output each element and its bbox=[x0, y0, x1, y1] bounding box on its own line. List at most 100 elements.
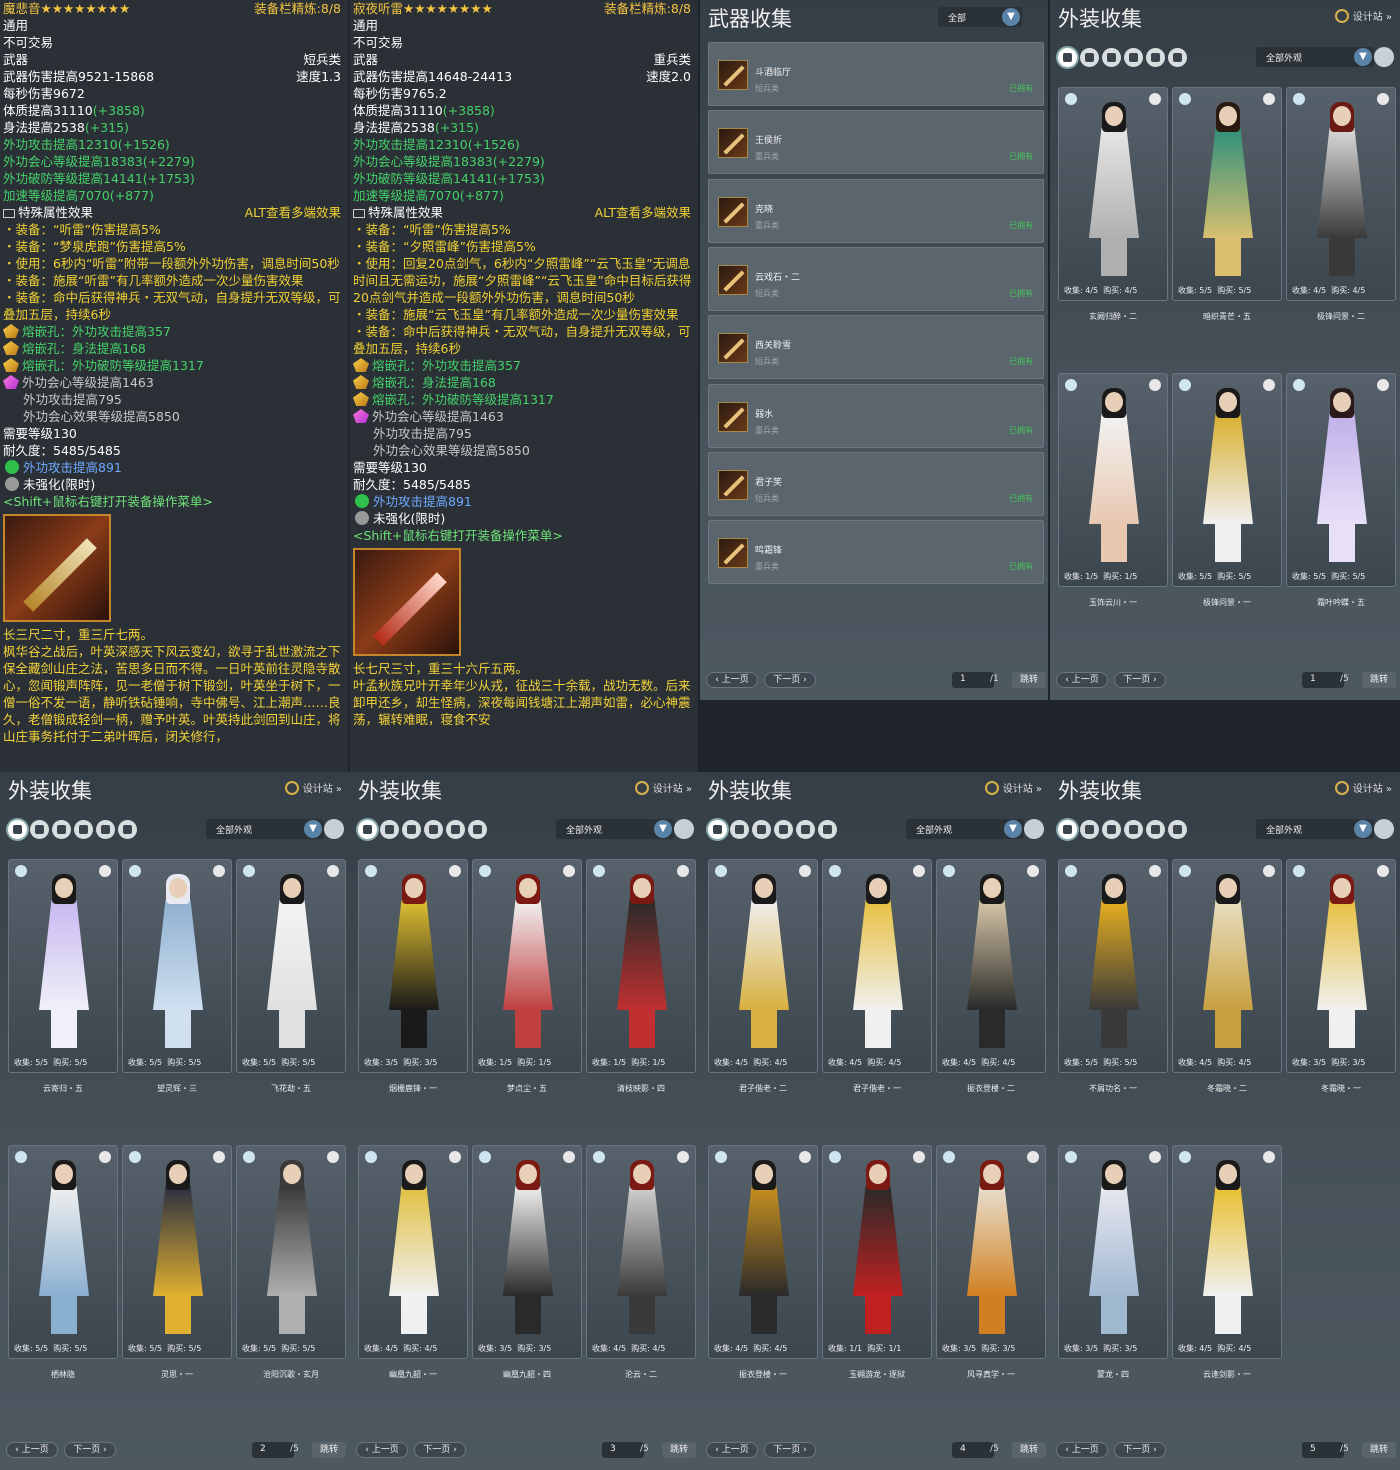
outfit-card[interactable]: 收集: 4/5 购买: 4/5 bbox=[586, 1145, 696, 1359]
cloak-icon[interactable] bbox=[446, 820, 465, 839]
weapon-list-item[interactable]: 克晓 重兵类 已拥有 bbox=[708, 178, 1044, 243]
appearance-filter-dropdown[interactable]: 全部外观 ▼ bbox=[206, 819, 324, 839]
trash-icon[interactable] bbox=[799, 865, 811, 877]
wardrobe-icon[interactable] bbox=[479, 865, 491, 877]
outfit-card[interactable]: 收集: 5/5 购买: 5/5 bbox=[236, 859, 346, 1073]
outfit-card[interactable]: 收集: 4/5 购买: 4/5 bbox=[1058, 87, 1168, 301]
wardrobe-icon[interactable] bbox=[829, 1151, 841, 1163]
trash-icon[interactable] bbox=[677, 1151, 689, 1163]
jump-button[interactable]: 跳转 bbox=[1012, 672, 1046, 688]
prev-page-button[interactable]: ‹ 上一页 bbox=[706, 1442, 758, 1458]
wardrobe-icon[interactable] bbox=[1179, 379, 1191, 391]
box-icon[interactable] bbox=[118, 820, 137, 839]
page-input[interactable]: 5 bbox=[1302, 1442, 1344, 1458]
prev-page-button[interactable]: ‹ 上一页 bbox=[356, 1442, 408, 1458]
outfit-card[interactable]: 收集: 3/5 购买: 3/5 bbox=[1058, 1145, 1168, 1359]
all-category-icon[interactable] bbox=[1058, 820, 1077, 839]
jump-button[interactable]: 跳转 bbox=[1362, 672, 1396, 688]
outfit-card[interactable]: 收集: 5/5 购买: 5/5 bbox=[236, 1145, 346, 1359]
waist-icon[interactable] bbox=[1102, 48, 1121, 67]
weapon-filter-dropdown[interactable]: 全部 ▼ bbox=[938, 7, 1022, 27]
wardrobe-icon[interactable] bbox=[365, 1151, 377, 1163]
outfit-card[interactable]: 收集: 5/5 购买: 5/5 bbox=[1286, 373, 1396, 587]
page-input[interactable]: 4 bbox=[952, 1442, 994, 1458]
outfit-card[interactable]: 收集: 3/5 购买: 3/5 bbox=[358, 859, 468, 1073]
box-icon[interactable] bbox=[468, 820, 487, 839]
trash-icon[interactable] bbox=[213, 1151, 225, 1163]
outfit-card[interactable]: 收集: 3/5 购买: 3/5 bbox=[472, 1145, 582, 1359]
appearance-filter-dropdown[interactable]: 全部外观 ▼ bbox=[556, 819, 674, 839]
wardrobe-icon[interactable] bbox=[365, 865, 377, 877]
next-page-button[interactable]: 下一页 › bbox=[414, 1442, 466, 1458]
wardrobe-icon[interactable] bbox=[1179, 1151, 1191, 1163]
waist-icon[interactable] bbox=[1102, 820, 1121, 839]
outfit-card[interactable]: 收集: 1/1 购买: 1/1 bbox=[822, 1145, 932, 1359]
designer-station-link[interactable]: 设计站 » bbox=[1334, 8, 1392, 23]
next-page-button[interactable]: 下一页 › bbox=[64, 1442, 116, 1458]
cloak-icon[interactable] bbox=[96, 820, 115, 839]
trash-icon[interactable] bbox=[1377, 379, 1389, 391]
waist-icon[interactable] bbox=[52, 820, 71, 839]
all-category-icon[interactable] bbox=[8, 820, 27, 839]
trash-icon[interactable] bbox=[563, 865, 575, 877]
waist-icon[interactable] bbox=[752, 820, 771, 839]
trash-icon[interactable] bbox=[449, 865, 461, 877]
outfit-card[interactable]: 收集: 1/5 购买: 1/5 bbox=[586, 859, 696, 1073]
trash-icon[interactable] bbox=[213, 865, 225, 877]
wardrobe-icon[interactable] bbox=[593, 865, 605, 877]
list-menu-icon[interactable] bbox=[1374, 47, 1394, 67]
page-input[interactable]: 3 bbox=[602, 1442, 644, 1458]
list-menu-icon[interactable] bbox=[674, 819, 694, 839]
trash-icon[interactable] bbox=[913, 1151, 925, 1163]
outfit-card[interactable]: 收集: 3/5 购买: 3/5 bbox=[1286, 859, 1396, 1073]
wardrobe-icon[interactable] bbox=[943, 1151, 955, 1163]
wardrobe-icon[interactable] bbox=[15, 1151, 27, 1163]
wardrobe-icon[interactable] bbox=[1293, 379, 1305, 391]
appearance-filter-dropdown[interactable]: 全部外观 ▼ bbox=[906, 819, 1024, 839]
outfit-card[interactable]: 收集: 5/5 购买: 5/5 bbox=[122, 1145, 232, 1359]
page-input[interactable]: 2 bbox=[252, 1442, 294, 1458]
next-page-button[interactable]: 下一页 › bbox=[764, 1442, 816, 1458]
designer-station-link[interactable]: 设计站 » bbox=[1334, 780, 1392, 795]
trash-icon[interactable] bbox=[913, 865, 925, 877]
trash-icon[interactable] bbox=[1377, 93, 1389, 105]
list-menu-icon[interactable] bbox=[324, 819, 344, 839]
trash-icon[interactable] bbox=[99, 865, 111, 877]
trash-icon[interactable] bbox=[1149, 93, 1161, 105]
outfit-card[interactable]: 收集: 4/5 购买: 4/5 bbox=[358, 1145, 468, 1359]
wardrobe-icon[interactable] bbox=[1179, 865, 1191, 877]
wardrobe-icon[interactable] bbox=[129, 1151, 141, 1163]
outfit-card[interactable]: 收集: 4/5 购买: 4/5 bbox=[936, 859, 1046, 1073]
designer-station-link[interactable]: 设计站 » bbox=[284, 780, 342, 795]
trash-icon[interactable] bbox=[1263, 1151, 1275, 1163]
weapon-list-item[interactable]: 斗酒临厅 短兵类 已拥有 bbox=[708, 42, 1044, 106]
prev-page-button[interactable]: ‹ 上一页 bbox=[706, 672, 758, 688]
prev-page-button[interactable]: ‹ 上一页 bbox=[6, 1442, 58, 1458]
wardrobe-icon[interactable] bbox=[15, 865, 27, 877]
trash-icon[interactable] bbox=[1027, 865, 1039, 877]
wardrobe-icon[interactable] bbox=[1065, 379, 1077, 391]
trash-icon[interactable] bbox=[1263, 379, 1275, 391]
wardrobe-icon[interactable] bbox=[1179, 93, 1191, 105]
wardrobe-icon[interactable] bbox=[1293, 93, 1305, 105]
all-category-icon[interactable] bbox=[1058, 48, 1077, 67]
trash-icon[interactable] bbox=[1263, 93, 1275, 105]
trash-icon[interactable] bbox=[799, 1151, 811, 1163]
wardrobe-icon[interactable] bbox=[243, 1151, 255, 1163]
outfit-card[interactable]: 收集: 4/5 购买: 4/5 bbox=[1286, 87, 1396, 301]
prev-page-button[interactable]: ‹ 上一页 bbox=[1056, 672, 1108, 688]
designer-station-link[interactable]: 设计站 » bbox=[634, 780, 692, 795]
outfit-card[interactable]: 收集: 5/5 购买: 5/5 bbox=[1172, 373, 1282, 587]
wardrobe-icon[interactable] bbox=[715, 1151, 727, 1163]
box-icon[interactable] bbox=[1168, 820, 1187, 839]
outfit-card[interactable]: 收集: 4/5 购买: 4/5 bbox=[708, 859, 818, 1073]
jump-button[interactable]: 跳转 bbox=[662, 1442, 696, 1458]
outfit-card[interactable]: 收集: 5/5 购买: 5/5 bbox=[122, 859, 232, 1073]
box-icon[interactable] bbox=[818, 820, 837, 839]
all-category-icon[interactable] bbox=[358, 820, 377, 839]
list-menu-icon[interactable] bbox=[1024, 819, 1044, 839]
weapon-list-item[interactable]: 鸣霜锋 重兵类 已拥有 bbox=[708, 520, 1044, 585]
outfit-card[interactable]: 收集: 4/5 购买: 4/5 bbox=[822, 859, 932, 1073]
outfit-card[interactable]: 收集: 1/5 购买: 1/5 bbox=[472, 859, 582, 1073]
outfit-card[interactable]: 收集: 4/5 购买: 4/5 bbox=[1172, 1145, 1282, 1359]
